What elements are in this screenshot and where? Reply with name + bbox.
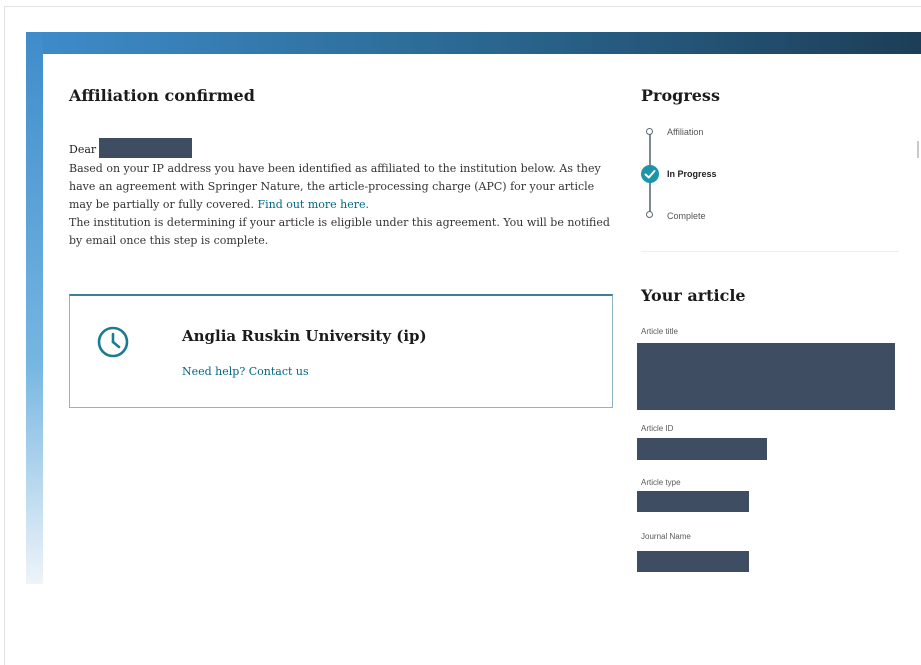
article-type-label: Article type: [641, 478, 681, 487]
page-title: Affiliation confirmed: [69, 86, 255, 105]
contact-us-link[interactable]: Need help? Contact us: [182, 365, 309, 378]
institution-card: Anglia Ruskin University (ip) Need help?…: [69, 294, 613, 408]
step-affiliation: Affiliation: [667, 127, 704, 137]
your-article-heading: Your article: [641, 286, 746, 305]
salutation: Dear: [69, 138, 193, 158]
step-in-progress: In Progress: [667, 169, 717, 179]
article-title-value: [637, 343, 895, 410]
affiliation-message: Based on your IP address you have been i…: [69, 160, 614, 250]
institution-name: Anglia Ruskin University (ip): [182, 327, 427, 345]
article-id-value: [637, 438, 767, 460]
check-circle-icon: [641, 165, 659, 183]
journal-name-label: Journal Name: [641, 532, 691, 541]
message-paragraph: Based on your IP address you have been i…: [69, 160, 614, 214]
clock-icon: [96, 325, 130, 364]
greeting-text: Dear: [69, 143, 97, 156]
header-accent-bar: [26, 32, 921, 54]
progress-title: Progress: [641, 86, 720, 105]
article-title-label: Article title: [641, 327, 678, 336]
article-id-label: Article ID: [641, 424, 674, 433]
step-complete: Complete: [667, 211, 706, 221]
step-affiliation-dot-icon: [646, 128, 653, 135]
left-accent-bar: [26, 32, 43, 584]
article-type-value: [637, 491, 749, 512]
sidebar-divider: [641, 251, 899, 252]
journal-name-value: [637, 551, 749, 572]
step-complete-dot-icon: [646, 211, 653, 218]
find-out-more-link[interactable]: Find out more here.: [257, 198, 369, 211]
redacted-name: [99, 138, 193, 158]
edge-marker: [917, 141, 919, 158]
message-paragraph-status: The institution is determining if your a…: [69, 216, 610, 247]
